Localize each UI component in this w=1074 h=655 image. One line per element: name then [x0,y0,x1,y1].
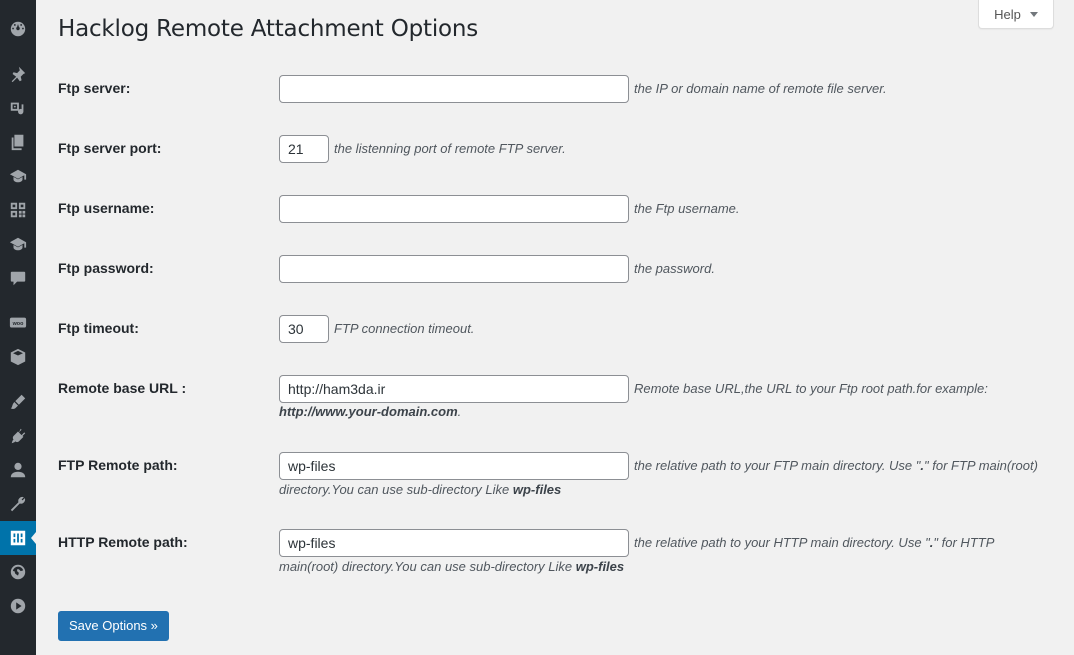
http-remote-path-desc-b: " for HTTP [933,535,995,550]
ftp-remote-path-desc-a: the relative path to your FTP main direc… [634,458,921,473]
ftp-port-input[interactable] [279,135,329,163]
ftp-remote-path-description-line2: directory.You can use sub-directory Like… [279,478,561,502]
ftp-server-input[interactable] [279,75,629,103]
ftp-timeout-input[interactable] [279,315,329,343]
ftp-password-label: Ftp password: [58,260,154,276]
ftp-remote-path-input[interactable] [279,452,629,480]
plugins-icon[interactable] [0,419,36,453]
pages-icon[interactable] [0,125,36,159]
woo-icon-label: woo [12,321,24,327]
education-icon-2[interactable] [0,227,36,261]
ftp-username-input[interactable] [279,195,629,223]
dashboard-icon[interactable] [0,12,36,46]
ftp-remote-path-desc-bold: wp-files [512,482,562,497]
ftp-port-label: Ftp server port: [58,140,162,156]
comments-icon[interactable] [0,261,36,295]
help-tab-label: Help [994,6,1021,22]
remote-url-example-bold: http://www.your-domain.com [279,404,458,419]
http-remote-path-desc-c: main(root) directory.You can use sub-dir… [279,559,576,574]
pin-icon[interactable] [0,57,36,91]
help-tab-button[interactable]: Help [978,0,1054,29]
caret-down-icon [1029,11,1038,17]
ftp-remote-path-desc-c: directory.You can use sub-directory Like [279,482,513,497]
woo-icon[interactable]: woo [0,306,36,340]
settings-icon[interactable] [0,521,36,555]
ftp-server-label: Ftp server: [58,80,131,96]
remote-url-example: http://www.your-domain.com. [279,400,461,424]
grid-icon[interactable] [0,193,36,227]
http-remote-path-description: the relative path to your HTTP main dire… [634,531,994,555]
education-icon[interactable] [0,159,36,193]
ftp-username-description: the Ftp username. [634,201,740,216]
ftp-server-description: the IP or domain name of remote file ser… [634,81,887,96]
ftp-password-description: the password. [634,261,715,276]
admin-sidebar: woo [0,0,36,655]
ftp-timeout-label: Ftp timeout: [58,320,139,336]
remote-url-example-end: . [457,404,462,419]
http-remote-path-desc-bold: wp-files [575,559,625,574]
ftp-timeout-description: FTP connection timeout. [334,321,475,336]
ftp-remote-path-label: FTP Remote path: [58,457,178,473]
appearance-icon[interactable] [0,385,36,419]
ftp-remote-path-description: the relative path to your FTP main direc… [634,454,1038,478]
http-remote-path-description-line2: main(root) directory.You can use sub-dir… [279,555,624,579]
play-icon[interactable] [0,589,36,623]
ftp-username-label: Ftp username: [58,200,155,216]
ftp-port-description: the listenning port of remote FTP server… [334,141,566,156]
media-icon[interactable] [0,91,36,125]
remote-url-label: Remote base URL : [58,380,187,396]
users-icon[interactable] [0,453,36,487]
ftp-remote-path-desc-b: " for FTP main(root) [924,458,1038,473]
ftp-password-input[interactable] [279,255,629,283]
tools-icon[interactable] [0,487,36,521]
globe-icon[interactable] [0,555,36,589]
http-remote-path-desc-a: the relative path to your HTTP main dire… [634,535,930,550]
remote-url-description: Remote base URL,the URL to your Ftp root… [634,381,988,396]
save-options-button[interactable]: Save Options » [58,611,169,641]
http-remote-path-label: HTTP Remote path: [58,534,188,550]
page-title: Hacklog Remote Attachment Options [58,16,479,42]
remote-url-input[interactable] [279,375,629,403]
products-icon[interactable] [0,340,36,374]
http-remote-path-input[interactable] [279,529,629,557]
